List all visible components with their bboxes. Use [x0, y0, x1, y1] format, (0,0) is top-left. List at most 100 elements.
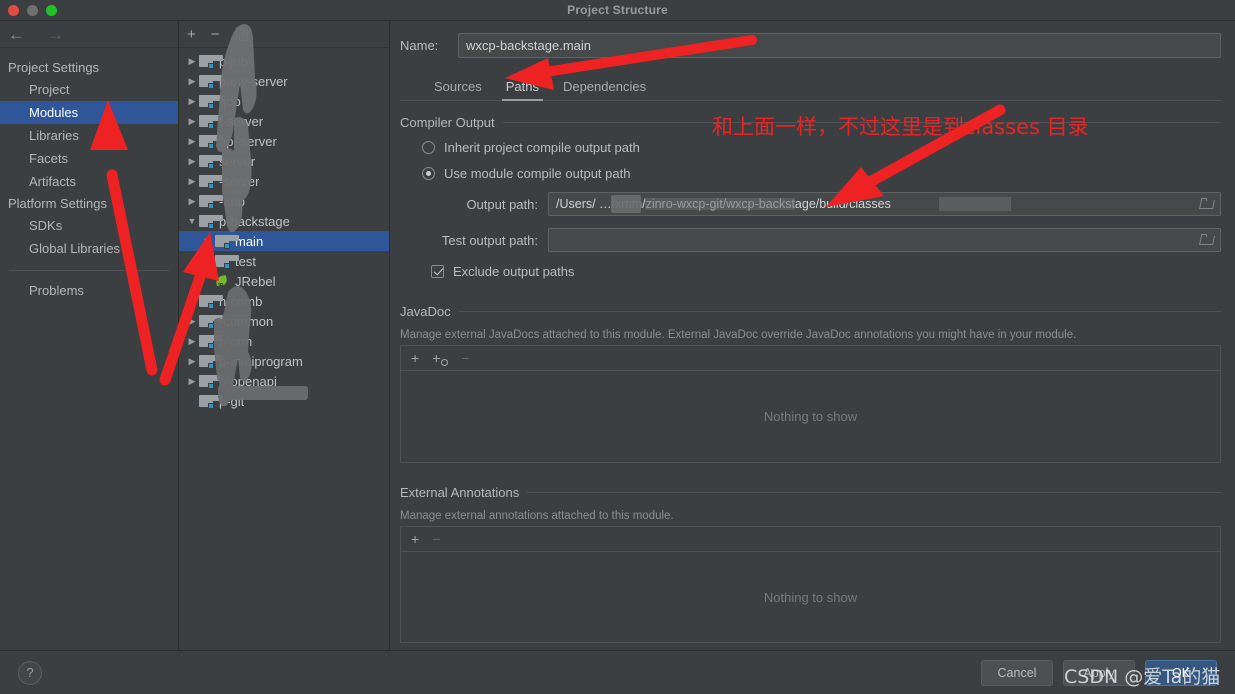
- compiler-output-group: Compiler Output Inherit project compile …: [400, 115, 1221, 279]
- sidebar-item-problems[interactable]: Problems: [0, 279, 178, 302]
- tree-row[interactable]: ▶ p-openapi: [179, 371, 389, 391]
- arrow-left-icon[interactable]: ←: [8, 26, 25, 43]
- output-path-value: /Users/ …/xmm/zinro-wxcp-git/wxcp-backst…: [556, 197, 891, 211]
- chevron-right-icon[interactable]: ▶: [185, 96, 199, 107]
- external-annotations-toolbar: + −: [400, 526, 1221, 551]
- chevron-right-icon[interactable]: ▶: [185, 196, 199, 207]
- module-name-input[interactable]: wxcp-backstage.main: [458, 33, 1221, 58]
- sidebar-item-global-libraries[interactable]: Global Libraries: [0, 237, 178, 260]
- remove-module-button[interactable]: −: [211, 27, 220, 42]
- external-annotations-title: External Annotations: [400, 485, 520, 500]
- add-annotation-button[interactable]: +: [411, 532, 419, 546]
- tree-row[interactable]: ▶JRJRebel: [179, 271, 389, 291]
- chevron-right-icon[interactable]: ▶: [185, 136, 199, 147]
- chevron-right-icon[interactable]: ▶: [185, 336, 199, 347]
- zoom-window-button[interactable]: [46, 5, 57, 16]
- tree-row[interactable]: ▶ main: [179, 231, 389, 251]
- chevron-right-icon[interactable]: ▶: [185, 156, 199, 167]
- tree-row[interactable]: ▶ p-job: [179, 51, 389, 71]
- tree-row[interactable]: ▶ p-miniprogram: [179, 351, 389, 371]
- tree-row[interactable]: ▶ -common: [179, 311, 389, 331]
- output-path-input[interactable]: /Users/ …/xmm/zinro-wxcp-git/wxcp-backst…: [548, 192, 1221, 216]
- module-folder-icon: [199, 314, 223, 329]
- sidebar-item-libraries[interactable]: Libraries: [0, 124, 178, 147]
- module-folder-icon: [199, 114, 223, 129]
- group-divider-line: [458, 311, 1221, 312]
- copy-module-button[interactable]: [235, 27, 249, 41]
- cancel-button[interactable]: Cancel: [981, 659, 1053, 686]
- tree-row[interactable]: ▶ -job: [179, 91, 389, 111]
- module-tree[interactable]: ▶ p-job ▶ pany-server ▶ -job ▶ t-server ▶ api-ser…: [179, 48, 389, 650]
- tree-row[interactable]: ▶ n-comb: [179, 291, 389, 311]
- test-output-path-input[interactable]: [548, 228, 1221, 252]
- chevron-down-icon[interactable]: ▼: [185, 216, 199, 226]
- tree-row-label: t-server: [219, 113, 264, 129]
- add-javadoc-url-button[interactable]: +: [432, 351, 449, 366]
- tree-row[interactable]: ▶ t-server: [179, 111, 389, 131]
- tree-row[interactable]: ▶ api-server: [179, 131, 389, 151]
- chevron-right-icon[interactable]: ▶: [201, 256, 215, 267]
- tab-dependencies[interactable]: Dependencies: [551, 79, 658, 100]
- folder-browse-icon[interactable]: [1199, 233, 1216, 247]
- remove-javadoc-button[interactable]: −: [461, 351, 469, 365]
- arrow-right-icon[interactable]: →: [47, 26, 64, 43]
- tree-row[interactable]: ▶ p-crm: [179, 331, 389, 351]
- chevron-right-icon[interactable]: ▶: [185, 356, 199, 367]
- chevron-right-icon[interactable]: ▶: [185, 76, 199, 87]
- tree-row[interactable]: ▶ server: [179, 151, 389, 171]
- tree-row[interactable]: ▶ -app: [179, 191, 389, 211]
- exclude-output-paths-row[interactable]: Exclude output paths: [431, 264, 1221, 279]
- jrebel-icon: JR: [215, 274, 230, 289]
- help-button[interactable]: ?: [18, 660, 42, 685]
- module-tree-panel: + − ▶ p-job ▶ pany-server ▶ -job ▶ t-server ▶ api…: [179, 21, 390, 650]
- sidebar-item-artifacts[interactable]: Artifacts: [0, 170, 178, 193]
- inherit-output-radio[interactable]: [422, 141, 435, 154]
- external-annotations-empty-text: Nothing to show: [763, 589, 858, 605]
- exclude-output-paths-checkbox[interactable]: [431, 265, 444, 278]
- window-title: Project Structure: [567, 3, 668, 17]
- tree-row[interactable]: ▶ pany-server: [179, 71, 389, 91]
- group-divider-line: [502, 122, 1221, 123]
- sidebar-item-modules[interactable]: Modules: [0, 101, 178, 124]
- module-folder-icon: [199, 334, 223, 349]
- tree-row[interactable]: ▶ -server: [179, 171, 389, 191]
- chevron-right-icon[interactable]: ▶: [185, 56, 199, 67]
- chevron-right-icon[interactable]: ▶: [185, 176, 199, 187]
- inherit-output-radio-row[interactable]: Inherit project compile output path: [422, 140, 1221, 155]
- chevron-right-icon[interactable]: ▶: [185, 116, 199, 127]
- add-javadoc-path-button[interactable]: +: [411, 351, 419, 365]
- add-module-button[interactable]: +: [187, 27, 196, 42]
- folder-browse-icon[interactable]: [1199, 197, 1216, 211]
- sidebar-item-sdks[interactable]: SDKs: [0, 214, 178, 237]
- use-module-output-radio-row[interactable]: Use module compile output path: [422, 166, 1221, 181]
- chevron-right-icon[interactable]: ▶: [185, 296, 199, 307]
- tree-row[interactable]: ▼ p-backstage: [179, 211, 389, 231]
- chevron-right-icon[interactable]: ▶: [201, 236, 215, 247]
- tree-row[interactable]: ▶ test: [179, 251, 389, 271]
- use-module-output-radio[interactable]: [422, 167, 435, 180]
- remove-annotation-button[interactable]: −: [432, 532, 440, 546]
- tab-paths[interactable]: Paths: [494, 79, 551, 101]
- module-folder-icon: [199, 394, 223, 409]
- use-module-output-label: Use module compile output path: [444, 166, 631, 181]
- sidebar-item-project[interactable]: Project: [0, 78, 178, 101]
- sidebar-item-facets[interactable]: Facets: [0, 147, 178, 170]
- minimize-window-button[interactable]: [27, 5, 38, 16]
- javadoc-empty-text: Nothing to show: [763, 409, 858, 424]
- external-annotations-list[interactable]: Nothing to show: [400, 551, 1221, 643]
- tree-row-label: server: [219, 153, 256, 169]
- chevron-right-icon[interactable]: ▶: [185, 376, 199, 387]
- chevron-right-icon[interactable]: ▶: [185, 316, 199, 327]
- tree-row-label: main: [235, 233, 264, 249]
- module-tabs: Sources Paths Dependencies: [400, 74, 1221, 101]
- close-window-button[interactable]: [8, 5, 19, 16]
- tree-row[interactable]: ▶p-git: [179, 391, 389, 411]
- javadoc-list[interactable]: Nothing to show: [400, 370, 1221, 463]
- tree-row-label: pany-server: [219, 73, 288, 89]
- tab-sources[interactable]: Sources: [422, 79, 494, 100]
- apply-button[interactable]: Apply: [1063, 659, 1135, 686]
- module-folder-icon: [199, 194, 223, 209]
- ok-button[interactable]: OK: [1145, 659, 1217, 686]
- test-output-path-row: Test output path:: [400, 228, 1221, 252]
- javadoc-description: Manage external JavaDocs attached to thi…: [400, 329, 1077, 341]
